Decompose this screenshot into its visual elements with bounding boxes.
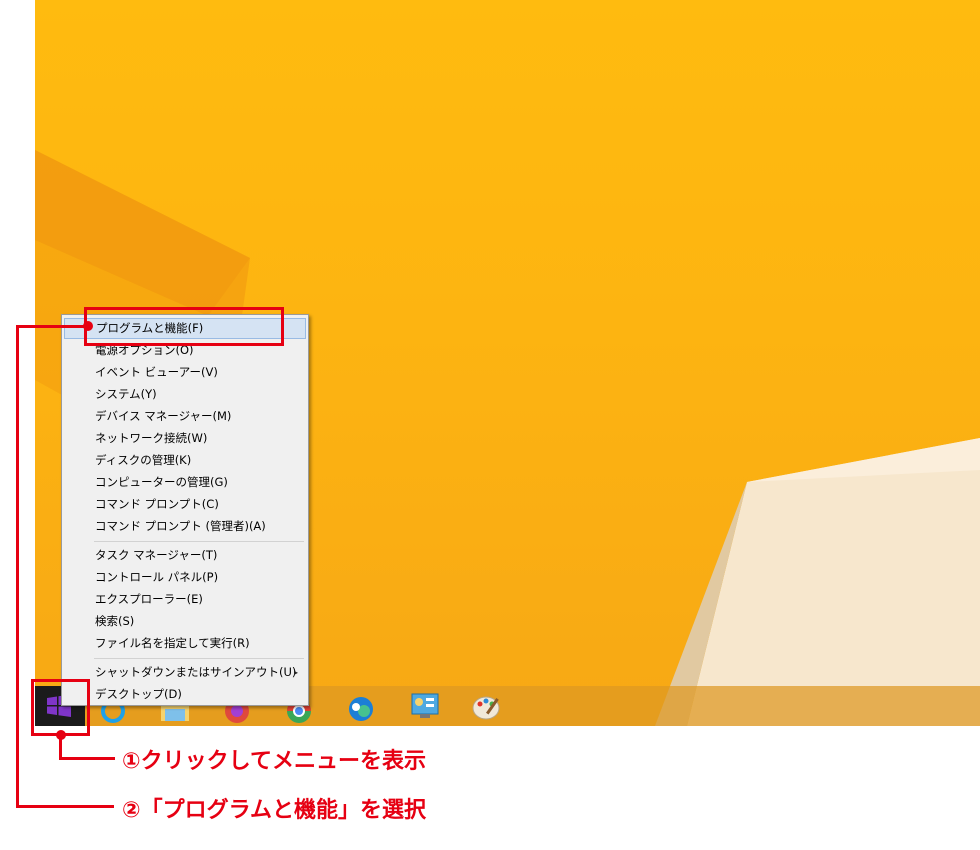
menu-item-device-manager[interactable]: デバイス マネージャー(M)	[64, 406, 306, 427]
menu-item-task-manager[interactable]: タスク マネージャー(T)	[64, 545, 306, 566]
menu-item-control-panel[interactable]: コントロール パネル(P)	[64, 567, 306, 588]
menu-item-network-connections[interactable]: ネットワーク接続(W)	[64, 428, 306, 449]
highlight-box-programs	[84, 307, 284, 346]
edge-icon[interactable]	[343, 689, 379, 723]
connector-line-left	[16, 325, 19, 808]
menu-item-event-viewer[interactable]: イベント ビューアー(V)	[64, 362, 306, 383]
context-menu: プログラムと機能(F) 電源オプション(O) イベント ビューアー(V) システ…	[61, 314, 309, 706]
annotation-step1: ①クリックしてメニューを表示	[122, 749, 426, 774]
menu-item-search[interactable]: 検索(S)	[64, 611, 306, 632]
menu-item-disk-management[interactable]: ディスクの管理(K)	[64, 450, 306, 471]
menu-item-shutdown-or-sign-out[interactable]: シャットダウンまたはサインアウト(U) ▸	[64, 662, 306, 683]
menu-item-computer-management[interactable]: コンピューターの管理(G)	[64, 472, 306, 493]
menu-item-desktop[interactable]: デスクトップ(D)	[64, 684, 306, 705]
menu-item-label: シャットダウンまたはサインアウト(U)	[95, 665, 297, 679]
menu-item-run[interactable]: ファイル名を指定して実行(R)	[64, 633, 306, 654]
menu-separator	[94, 658, 304, 659]
connector-line-start-horizontal	[59, 757, 115, 760]
paint-icon[interactable]	[469, 689, 505, 723]
submenu-arrow-icon: ▸	[293, 668, 298, 677]
control-panel-icon[interactable]	[407, 689, 443, 723]
menu-separator	[94, 541, 304, 542]
connector-line-bottom	[16, 805, 114, 808]
menu-item-file-explorer[interactable]: エクスプローラー(E)	[64, 589, 306, 610]
menu-item-command-prompt[interactable]: コマンド プロンプト(C)	[64, 494, 306, 515]
menu-item-system[interactable]: システム(Y)	[64, 384, 306, 405]
highlight-box-start	[31, 679, 90, 736]
annotation-step2: ②「プログラムと機能」を選択	[122, 798, 426, 823]
menu-item-command-prompt-admin[interactable]: コマンド プロンプト (管理者)(A)	[64, 516, 306, 537]
connector-line-top	[16, 325, 86, 328]
